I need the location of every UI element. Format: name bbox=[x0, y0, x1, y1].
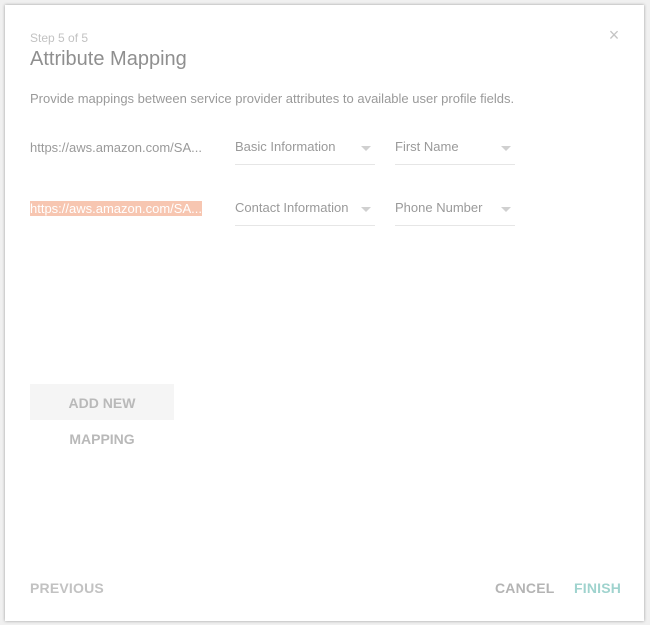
mapping-row: https://aws.amazon.com/SA... Basic Infor… bbox=[30, 133, 630, 165]
attribute-mapping-dialog: × Step 5 of 5 Attribute Mapping Provide … bbox=[5, 5, 644, 621]
field-select-value: Phone Number bbox=[395, 200, 483, 215]
sp-attribute-text[interactable]: https://aws.amazon.com/SA... bbox=[30, 201, 212, 216]
category-select[interactable]: Basic Information bbox=[235, 133, 375, 165]
dialog-description: Provide mappings between service provide… bbox=[30, 91, 515, 106]
field-select[interactable]: First Name bbox=[395, 133, 515, 165]
finish-button[interactable]: FINISH bbox=[574, 580, 621, 596]
previous-button[interactable]: PREVIOUS bbox=[30, 580, 104, 596]
close-icon[interactable]: × bbox=[604, 25, 624, 45]
category-select-value: Basic Information bbox=[235, 139, 336, 154]
cancel-button[interactable]: CANCEL bbox=[495, 580, 555, 596]
category-select-value: Contact Information bbox=[235, 200, 349, 215]
add-new-mapping-button[interactable]: ADD NEW MAPPING bbox=[30, 384, 174, 447]
mapping-row: https://aws.amazon.com/SA... Contact Inf… bbox=[30, 194, 630, 226]
dropdown-arrow-icon bbox=[361, 146, 371, 151]
dropdown-arrow-icon bbox=[501, 207, 511, 212]
field-select[interactable]: Phone Number bbox=[395, 194, 515, 226]
field-select-value: First Name bbox=[395, 139, 459, 154]
dropdown-arrow-icon bbox=[501, 146, 511, 151]
sp-attribute-label: https://aws.amazon.com/SA... bbox=[30, 140, 202, 155]
step-indicator: Step 5 of 5 bbox=[30, 31, 89, 45]
category-select[interactable]: Contact Information bbox=[235, 194, 375, 226]
sp-attribute-label: https://aws.amazon.com/SA... bbox=[30, 201, 202, 216]
sp-attribute-text[interactable]: https://aws.amazon.com/SA... bbox=[30, 140, 212, 155]
dialog-title: Attribute Mapping bbox=[30, 48, 187, 70]
dropdown-arrow-icon bbox=[361, 207, 371, 212]
